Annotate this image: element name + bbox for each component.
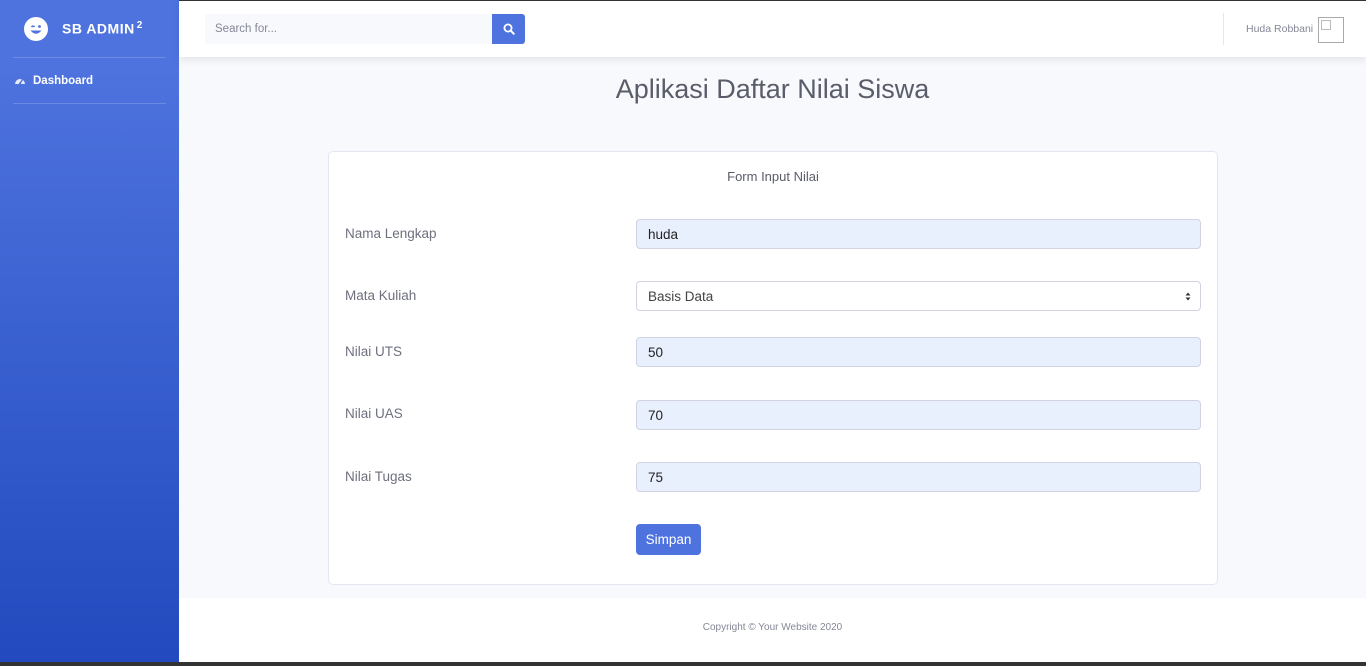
user-name[interactable]: Huda Robbani — [1246, 23, 1313, 35]
select-caret-icon — [1185, 292, 1191, 301]
sidebar: SB ADMIN 2 Dashboard — [0, 0, 179, 666]
label-mata-kuliah: Mata Kuliah — [345, 288, 417, 303]
footer: Copyright © Your Website 2020 — [179, 598, 1366, 666]
nama-lengkap-input[interactable] — [636, 219, 1201, 249]
card-title: Form Input Nilai — [727, 169, 819, 184]
page-title: Aplikasi Daftar Nilai Siswa — [615, 74, 930, 104]
simpan-button[interactable]: Simpan — [636, 524, 701, 555]
nilai-tugas-input[interactable] — [636, 462, 1201, 492]
mata-kuliah-select[interactable]: Basis Data — [636, 281, 1201, 311]
topbar-divider — [1223, 13, 1224, 45]
label-nama-lengkap: Nama Lengkap — [345, 226, 437, 241]
avatar[interactable] — [1318, 17, 1344, 43]
tachometer-icon — [15, 78, 25, 85]
broken-image-icon — [1321, 20, 1331, 30]
label-nilai-tugas: Nilai Tugas — [345, 469, 412, 484]
nilai-uts-input[interactable] — [636, 337, 1201, 367]
sidebar-item-dashboard[interactable]: Dashboard — [0, 58, 179, 103]
laugh-wink-icon — [24, 16, 48, 41]
copyright-text: Copyright © Your Website 2020 — [702, 622, 843, 633]
sidebar-brand[interactable]: SB ADMIN 2 — [0, 0, 179, 57]
nilai-uas-input[interactable] — [636, 400, 1201, 430]
form-card: Form Input Nilai Nama Lengkap Mata Kulia… — [328, 151, 1218, 585]
sidebar-divider — [13, 103, 166, 104]
sidebar-item-label: Dashboard — [33, 74, 94, 87]
mata-kuliah-selected: Basis Data — [648, 288, 714, 304]
search-icon — [503, 23, 515, 35]
search-form — [205, 14, 525, 44]
search-button[interactable] — [492, 14, 525, 44]
window-bottom-edge — [0, 662, 1366, 666]
label-nilai-uas: Nilai UAS — [345, 406, 403, 421]
search-input[interactable] — [205, 14, 492, 44]
topbar: Huda Robbani — [179, 0, 1366, 57]
label-nilai-uts: Nilai UTS — [345, 344, 403, 359]
brand-name: SB ADMIN 2 — [62, 20, 143, 37]
